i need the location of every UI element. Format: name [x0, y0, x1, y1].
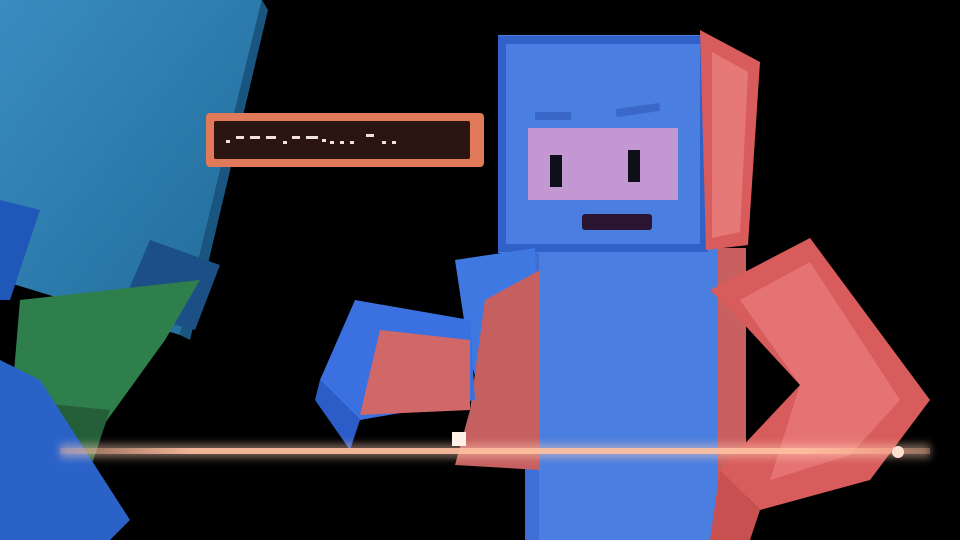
laser-bar-core — [60, 448, 930, 454]
center-character-mouth — [582, 214, 652, 230]
morse-panel — [206, 113, 484, 167]
laser-bar-end — [892, 446, 904, 458]
center-character-eye-left — [550, 155, 562, 187]
scene-canvas — [0, 0, 930, 540]
scene — [0, 0, 960, 540]
left-character — [0, 0, 268, 540]
center-character-brow-left — [535, 112, 571, 120]
center-character-torso — [535, 248, 730, 540]
center-character-eye-right — [628, 150, 640, 182]
morse-panel-screen — [214, 121, 470, 159]
laser-bar-spark — [452, 432, 466, 446]
center-character — [315, 30, 930, 540]
